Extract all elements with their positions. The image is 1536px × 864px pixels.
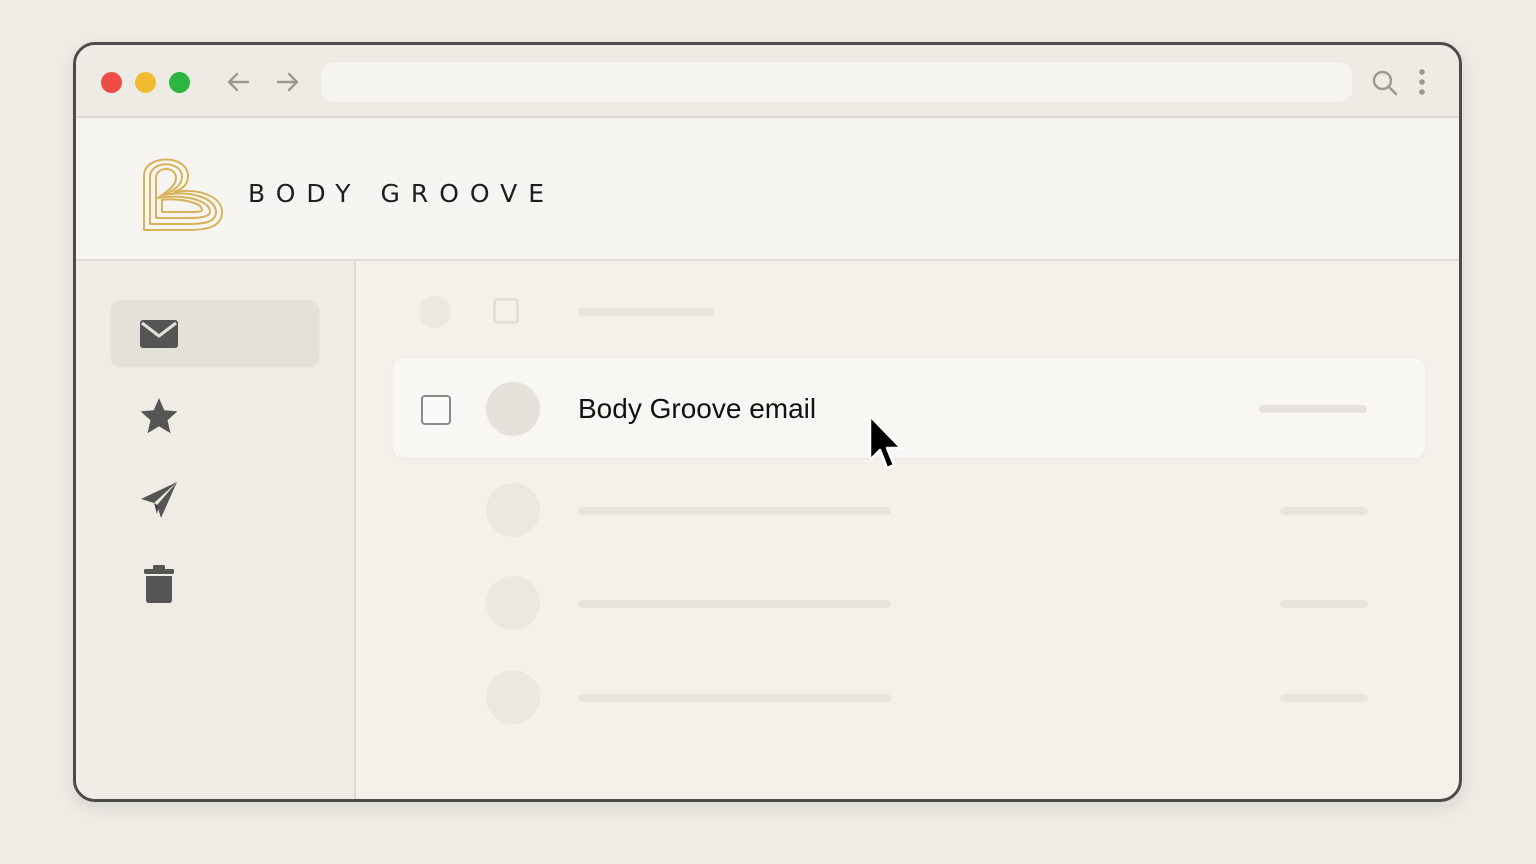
email-checkbox[interactable]	[421, 395, 451, 425]
sidebar-item-inbox[interactable]	[111, 300, 319, 366]
send-icon	[141, 482, 177, 518]
body-groove-logo-icon	[143, 158, 223, 231]
browser-window: BODY GROOVE Body Groove email	[73, 42, 1462, 802]
site-header: BODY GROOVE	[76, 118, 1459, 261]
sidebar-item-trash[interactable]	[111, 550, 319, 616]
sidebar	[76, 261, 356, 799]
faint-avatar	[419, 296, 451, 328]
avatar	[486, 576, 540, 630]
subject-placeholder	[578, 694, 891, 702]
arrow-left-icon[interactable]	[224, 67, 254, 97]
sidebar-item-sent[interactable]	[111, 466, 319, 532]
minimize-window-button[interactable]	[135, 72, 156, 93]
kebab-menu-icon[interactable]	[1414, 67, 1430, 97]
maximize-window-button[interactable]	[169, 72, 190, 93]
subject-placeholder	[578, 600, 891, 608]
star-icon	[140, 398, 178, 434]
trash-icon	[144, 565, 174, 603]
brand-name: BODY GROOVE	[248, 179, 556, 208]
date-placeholder	[1280, 694, 1368, 702]
toolbar-placeholder-line	[578, 308, 714, 316]
email-date-placeholder	[1259, 405, 1367, 413]
email-list: Body Groove email	[356, 261, 1459, 799]
arrow-right-icon[interactable]	[272, 67, 302, 97]
avatar	[486, 670, 540, 724]
subject-placeholder	[578, 507, 891, 515]
email-subject: Body Groove email	[578, 393, 817, 424]
mail-icon	[140, 320, 178, 348]
browser-toolbar	[76, 45, 1459, 118]
search-icon[interactable]	[1370, 68, 1400, 98]
close-window-button[interactable]	[101, 72, 122, 93]
mouse-cursor-icon	[868, 414, 903, 470]
address-bar[interactable]	[321, 62, 1352, 102]
email-row-highlighted[interactable]: Body Groove email	[393, 358, 1425, 458]
date-placeholder	[1280, 507, 1368, 515]
date-placeholder	[1280, 600, 1368, 608]
avatar	[486, 483, 540, 537]
avatar	[486, 382, 540, 436]
select-all-checkbox[interactable]	[493, 298, 519, 324]
sidebar-item-starred[interactable]	[111, 382, 319, 448]
